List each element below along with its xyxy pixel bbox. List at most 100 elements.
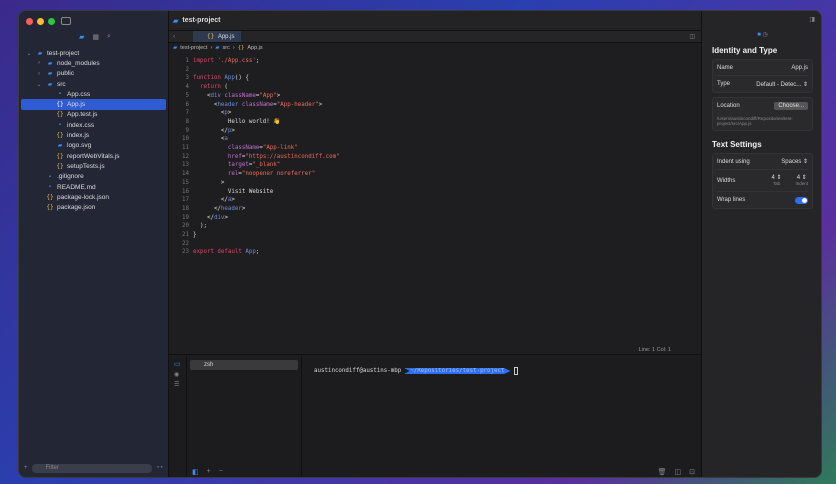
navigator-sidebar: ▰ ▦ ⌕ ⌄ ▰ test-project › ▰ node_modules › ▰ publ…	[19, 11, 169, 477]
file-tree-item[interactable]: {} App.test.js	[19, 110, 168, 120]
breadcrumb-item[interactable]: App.js	[247, 45, 262, 51]
terminal-panel: ▭ ◉ ☰ zsh ◧ + − austincondiff@austins-mb…	[169, 355, 701, 477]
disclosure-chevron-icon[interactable]: ⌄	[35, 81, 43, 88]
inspector-toggle-icon[interactable]: ◨	[702, 11, 821, 31]
zoom-button[interactable]	[48, 18, 55, 25]
output-icon[interactable]: ☰	[174, 381, 186, 388]
code-line: 21}	[169, 231, 340, 240]
file-tree-item[interactable]: ▪ README.md	[19, 182, 168, 192]
code-token: );	[193, 223, 207, 230]
file-tree-item[interactable]: ⌄ ▰ test-project	[19, 48, 168, 58]
session-label: zsh	[204, 362, 214, 368]
disclosure-chevron-icon[interactable]: ›	[35, 71, 43, 77]
trash-icon[interactable]: 🗑	[658, 468, 667, 476]
code-line: 2	[169, 66, 340, 75]
tab-app-js[interactable]: {} App.js	[193, 31, 241, 42]
identity-section-title: Identity and Type	[712, 46, 778, 55]
line-number: 22	[182, 240, 189, 247]
text-settings-section-title: Text Settings	[712, 140, 762, 149]
js-file-icon: {}	[56, 162, 64, 170]
code-token: App	[224, 75, 235, 82]
filter-options-icon[interactable]: ◔◔	[156, 465, 163, 471]
breadcrumb: ▰ test-project › ▰ src › {} App.js	[173, 45, 263, 51]
code-line: 16 Visit Website	[169, 188, 340, 197]
code-token: <	[193, 101, 218, 108]
minimize-button[interactable]	[37, 18, 44, 25]
file-name: node_modules	[57, 59, 100, 67]
disclosure-chevron-icon[interactable]: ›	[35, 60, 43, 66]
debug-icon[interactable]: ◉	[174, 371, 186, 378]
file-tree-item[interactable]: {} reportWebVitals.js	[19, 151, 168, 161]
file-tree-item[interactable]: {} package-lock.json	[19, 192, 168, 202]
code-token: a	[224, 136, 228, 143]
tab-label: App.js	[217, 33, 235, 40]
file-tree-item[interactable]: ▪ index.css	[19, 120, 168, 130]
code-token: "App-link"	[262, 145, 298, 152]
terminal-list: zsh ◧ + −	[187, 355, 302, 477]
split-editor-icon[interactable]: ◫	[689, 33, 695, 40]
type-label: Type	[717, 81, 731, 87]
code-token: className	[227, 145, 260, 152]
file-tree-item[interactable]: › ▰ node_modules	[19, 58, 168, 68]
sidebar-toggle-icon[interactable]	[61, 17, 71, 25]
maximize-panel-icon[interactable]: ⊡	[689, 468, 695, 476]
file-tree-item[interactable]: ▰ logo.svg	[19, 141, 168, 151]
line-number: 18	[182, 205, 189, 212]
status-bar: Line: 1 Col: 1	[169, 345, 701, 355]
code-line: 4 return (	[169, 83, 340, 92]
file-tree-item[interactable]: ▪ App.css	[19, 89, 168, 99]
filter-input[interactable]: Filter	[31, 463, 152, 473]
folder-icon: ▰	[173, 45, 178, 51]
disclosure-chevron-icon[interactable]: ⌄	[25, 50, 33, 57]
line-number: 10	[182, 136, 189, 143]
file-tree-item[interactable]: {} setupTests.js	[19, 161, 168, 171]
terminal-output[interactable]: austincondiff@austins-mbp ~/Repositories…	[314, 367, 518, 375]
editor-area: ▰ test-project ‹ {} App.js ◫ ▰ test-proje…	[169, 11, 701, 477]
file-name: .gitignore	[57, 173, 84, 181]
code-token: </	[193, 214, 214, 221]
history-icon[interactable]: ◷	[763, 32, 768, 38]
file-tree-item[interactable]: {} index.js	[19, 130, 168, 140]
remove-terminal-icon[interactable]: −	[219, 468, 223, 476]
search-icon[interactable]: ⌕	[107, 33, 111, 41]
code-token: <	[193, 92, 211, 99]
project-title: test-project	[182, 17, 221, 24]
file-tree-item[interactable]: {} package.json	[19, 202, 168, 212]
wrap-lines-toggle[interactable]	[795, 196, 808, 204]
add-terminal-icon[interactable]: +	[207, 468, 211, 476]
file-tree-item[interactable]: ⌄ ▰ src	[19, 79, 168, 89]
name-field[interactable]: App.js	[791, 65, 808, 71]
file-name: App.css	[67, 90, 91, 98]
code-token: export default	[193, 249, 246, 256]
indent-width-stepper[interactable]: 4 ⇕ Indent	[795, 174, 808, 187]
code-line: 3 function App() {	[169, 74, 340, 83]
location-path: /Users/austincondiff/Repositories/test-p…	[717, 116, 793, 126]
breadcrumb-item[interactable]: src	[223, 45, 230, 51]
code-editor[interactable]: 1 import './App.css'; 2 3 function App() {4 …	[169, 57, 340, 257]
terminal-session-zsh[interactable]: zsh	[190, 360, 298, 370]
folder-icon[interactable]: ▰	[79, 33, 84, 41]
breadcrumb-item[interactable]: test-project	[180, 45, 207, 51]
line-number: 6	[185, 101, 190, 108]
tab-width-stepper[interactable]: 4 ⇕ Tab	[771, 174, 781, 187]
indent-select[interactable]: Spaces ⇕	[781, 158, 808, 165]
panel-tabs: ▭ ◉ ☰	[169, 355, 187, 477]
code-token: >	[276, 92, 281, 99]
add-icon[interactable]: +	[24, 465, 28, 471]
folder-icon: ▰	[47, 71, 53, 78]
file-inspector-icon[interactable]: ■	[757, 32, 761, 38]
sidebar-toggle-icon[interactable]: ◧	[192, 468, 199, 476]
file-tree-item[interactable]: ▪ .gitignore	[19, 172, 168, 182]
source-control-icon[interactable]: ▦	[92, 33, 99, 41]
choose-button[interactable]: Choose...	[774, 102, 808, 110]
file-tree-item[interactable]: {} App.js	[21, 99, 166, 110]
back-chevron-icon[interactable]: ‹	[173, 34, 175, 40]
type-select[interactable]: Default - Detec... ⇕	[756, 81, 808, 88]
line-number: 4	[185, 84, 190, 91]
close-button[interactable]	[26, 18, 33, 25]
code-token: >	[241, 205, 246, 212]
terminal-icon[interactable]: ▭	[174, 360, 186, 368]
split-terminal-icon[interactable]: ◫	[675, 468, 682, 476]
file-tree-item[interactable]: › ▰ public	[19, 69, 168, 79]
